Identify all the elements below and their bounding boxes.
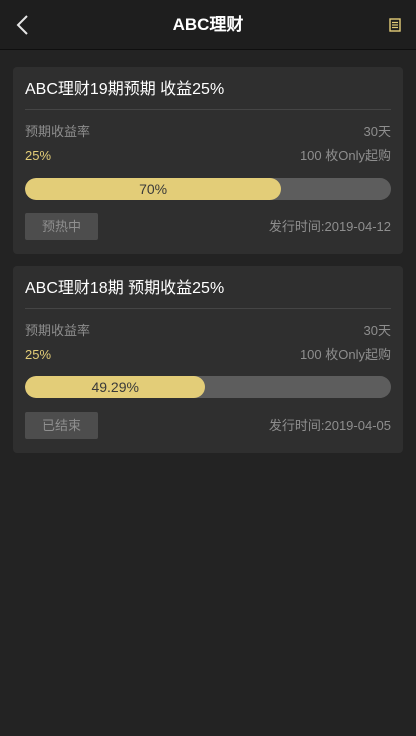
- term-value: 30天: [363, 323, 391, 338]
- rate-value: 25%: [25, 347, 52, 362]
- min-purchase: 100 枚Only起购: [299, 347, 391, 362]
- issue-date: 发行时间:2019-04-05: [268, 418, 391, 433]
- min-purchase: 100 枚Only起购: [299, 148, 391, 163]
- divider: [25, 308, 391, 309]
- divider: [25, 109, 391, 110]
- product-card[interactable]: ABC理财19期预期 收益25% 预期收益率 30天 25% 100 枚Only…: [13, 67, 403, 254]
- document-button[interactable]: [384, 14, 406, 36]
- product-title: ABC理财19期预期 收益25%: [25, 81, 225, 98]
- top-navigation-bar: ABC理财: [0, 0, 416, 50]
- product-title: ABC理财18期 预期收益25%: [25, 280, 225, 297]
- progress-label: 70%: [139, 181, 168, 197]
- progress-bar: 70%: [25, 178, 391, 200]
- issue-date: 发行时间:2019-04-12: [268, 219, 391, 234]
- product-card[interactable]: ABC理财18期 预期收益25% 预期收益率 30天 25% 100 枚Only…: [13, 266, 403, 453]
- progress-bar: 49.29%: [25, 376, 391, 398]
- rate-label: 预期收益率: [25, 124, 91, 139]
- status-button[interactable]: 已结束: [25, 412, 98, 439]
- term-value: 30天: [363, 124, 391, 139]
- progress-label: 49.29%: [91, 379, 139, 395]
- page-title: ABC理财: [172, 15, 244, 34]
- status-button[interactable]: 预热中: [25, 213, 98, 240]
- rate-value: 25%: [25, 148, 52, 163]
- rate-label: 预期收益率: [25, 323, 91, 338]
- document-icon: [389, 18, 401, 32]
